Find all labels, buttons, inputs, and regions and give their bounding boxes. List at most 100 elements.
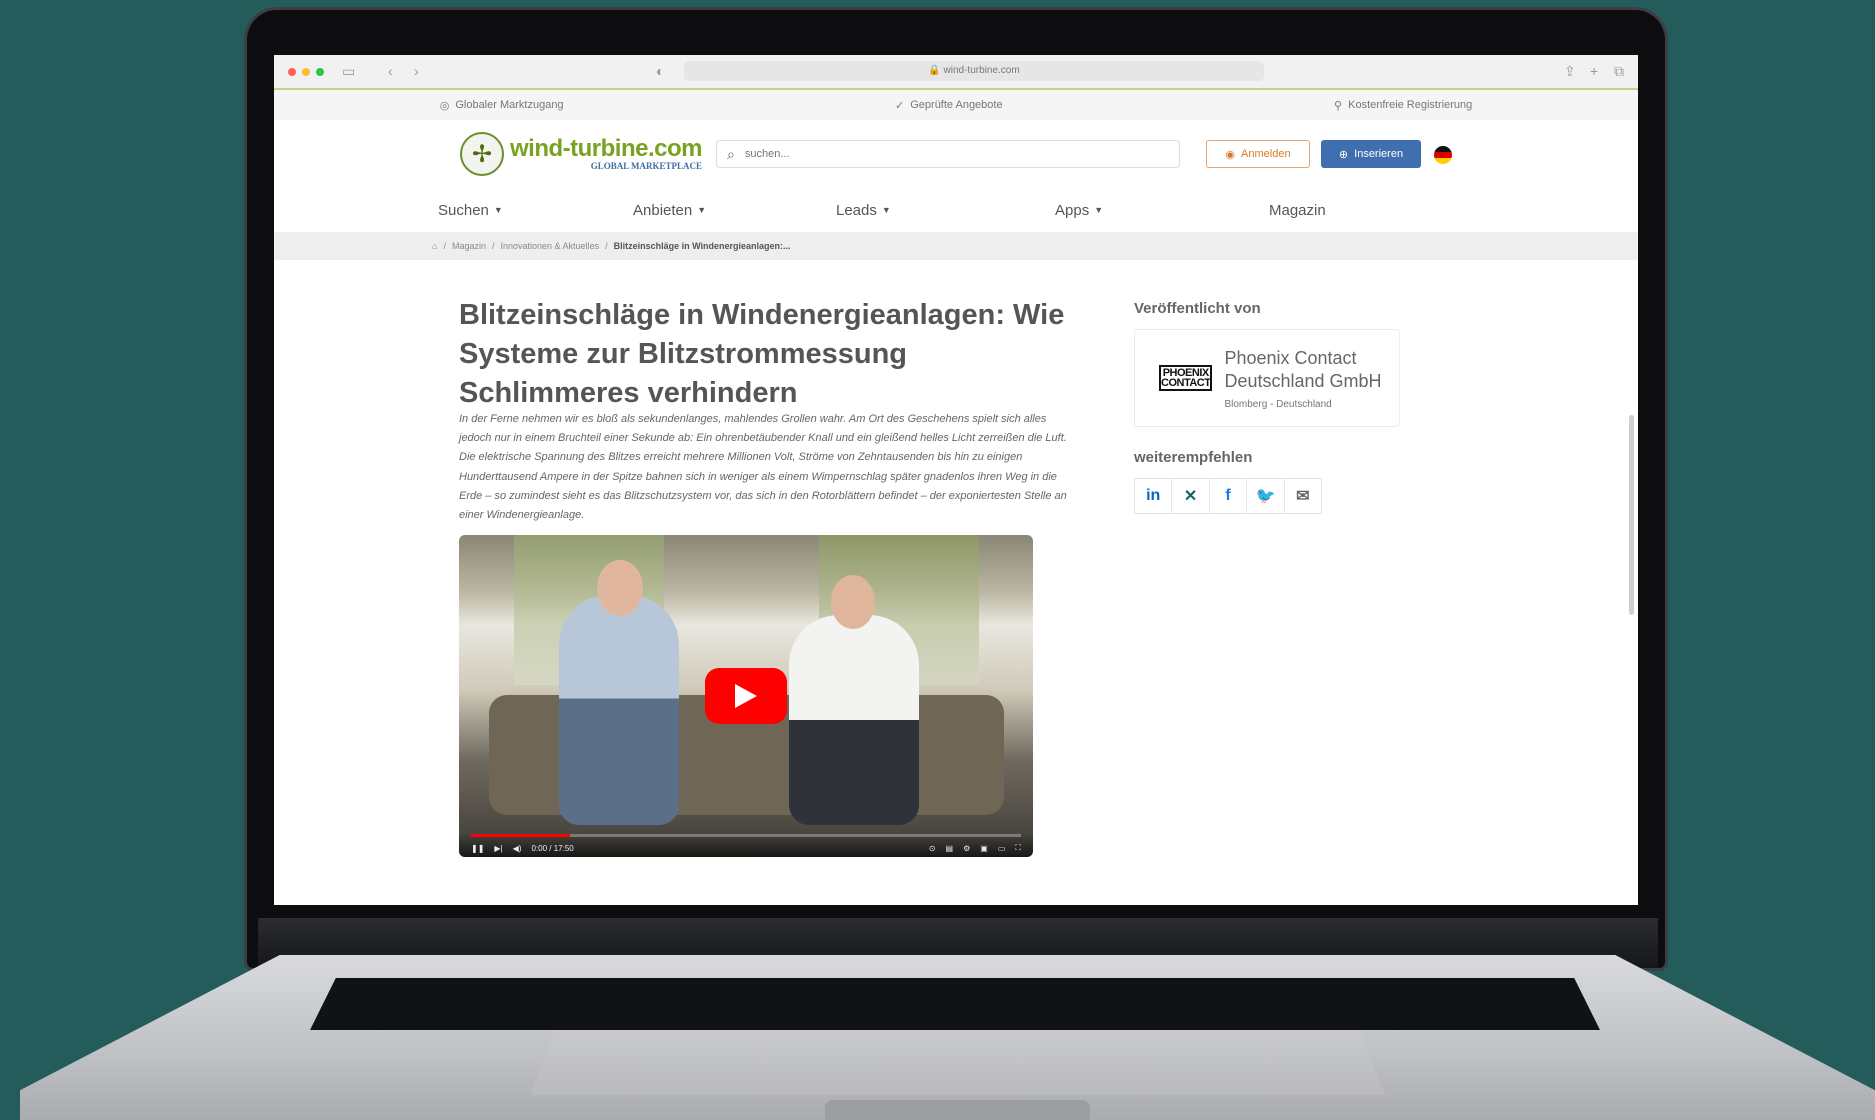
- caret-down-icon: ▼: [493, 205, 503, 215]
- publisher-location: Blomberg - Deutschland: [1224, 398, 1332, 410]
- settings-gear-icon[interactable]: ⚙: [963, 844, 970, 853]
- verified-icon: ✓: [895, 99, 905, 112]
- lock-icon: 🔒: [928, 65, 941, 76]
- video-progress-track[interactable]: [471, 834, 1021, 837]
- login-button[interactable]: ◉ Anmelden: [1206, 140, 1310, 168]
- published-heading: Veröffentlicht von: [1134, 300, 1261, 317]
- privacy-shield-icon[interactable]: ◐: [656, 63, 664, 79]
- page-scrollbar[interactable]: [1629, 415, 1634, 615]
- video-person-right: [789, 615, 919, 825]
- browser-toolbar: ▭ ‹ › ◐ 🔒 wind-turbine.com ⇪ + ⧉: [274, 55, 1638, 90]
- topbar-item-register[interactable]: ⚲ Kostenfreie Registrierung: [1334, 99, 1472, 112]
- publisher-info: Phoenix Contact Deutschland GmbH Blomber…: [1224, 347, 1387, 410]
- german-flag-icon[interactable]: [1434, 146, 1452, 164]
- share-icon[interactable]: ⇪: [1564, 63, 1576, 80]
- caret-down-icon: ▼: [1094, 205, 1104, 215]
- linkedin-share-icon[interactable]: in: [1135, 479, 1173, 513]
- fullscreen-icon[interactable]: ⛶: [1015, 843, 1021, 853]
- play-icon: [735, 684, 757, 708]
- window-controls[interactable]: [288, 68, 324, 76]
- nav-label-apps: Apps: [1055, 201, 1090, 219]
- search-icon: ⌕: [727, 145, 735, 162]
- insert-button[interactable]: ⊕ Inserieren: [1321, 140, 1421, 168]
- laptop-screen: ▭ ‹ › ◐ 🔒 wind-turbine.com ⇪ + ⧉ ◎ Globa…: [274, 55, 1638, 905]
- breadcrumb-item-category[interactable]: Innovationen & Aktuelles: [501, 241, 600, 251]
- nav-label-magazin: Magazin: [1269, 201, 1326, 219]
- breadcrumb-separator: /: [605, 241, 608, 251]
- back-arrow-icon[interactable]: ‹: [388, 63, 393, 79]
- nav-item-magazin[interactable]: Magazin: [1269, 202, 1326, 219]
- logo-text-block: wind-turbine.com GLOBAL MARKETPLACE: [510, 135, 703, 172]
- xing-share-icon[interactable]: ✕: [1172, 479, 1210, 513]
- subtitles-icon[interactable]: ▤: [946, 844, 954, 853]
- topbar-item-global: ◎ Globaler Marktzugang: [440, 99, 564, 112]
- search-input[interactable]: [742, 147, 1147, 161]
- youtube-play-button[interactable]: [705, 668, 787, 724]
- breadcrumb-separator: /: [491, 241, 495, 251]
- article-title: Blitzeinschläge in Windenergieanlagen: W…: [459, 299, 1065, 409]
- laptop-keyboard: [310, 978, 1600, 1030]
- home-icon[interactable]: ⌂: [432, 241, 437, 251]
- publisher-logo: PHOENIX CONTACT: [1159, 365, 1213, 391]
- miniplayer-icon[interactable]: ▣: [980, 844, 988, 853]
- video-person-left-head: [597, 560, 643, 616]
- logo-subtext: GLOBAL MARKETPLACE: [590, 161, 702, 171]
- pause-icon[interactable]: ❚❚: [471, 844, 484, 853]
- breadcrumb-item-magazin[interactable]: Magazin: [452, 241, 486, 251]
- nav-item-apps[interactable]: Apps ▼: [1055, 202, 1269, 219]
- nav-label-leads: Leads: [836, 201, 877, 219]
- user-circle-icon: ◉: [1225, 148, 1236, 161]
- next-icon[interactable]: ▶|: [494, 844, 502, 853]
- maximize-window-button[interactable]: [316, 68, 324, 76]
- topbar-label-verified: Geprüfte Angebote: [910, 99, 1003, 111]
- video-player[interactable]: ❚❚ ▶| ◀) 0:00 / 17:50 ⊙ ▤ ⚙ ▣ ▭ ⛶: [459, 535, 1033, 857]
- video-person-right-head: [831, 575, 875, 629]
- email-share-icon[interactable]: ✉: [1285, 479, 1321, 513]
- publisher-card[interactable]: PHOENIX CONTACT Phoenix Contact Deutschl…: [1134, 329, 1400, 427]
- video-person-left: [559, 595, 679, 825]
- sidebar-toggle-icon[interactable]: ▭: [342, 63, 355, 80]
- breadcrumb-separator: /: [443, 241, 446, 251]
- sidebar: Veröffentlicht von PHOENIX CONTACT Phoen…: [1134, 300, 1404, 514]
- site-header: ✢ wind-turbine.com GLOBAL MARKETPLACE ⌕ …: [274, 120, 1638, 188]
- breadcrumb-current: Blitzeinschläge in Windenergieanlagen:..…: [613, 241, 791, 251]
- laptop-front-notch: [825, 1100, 1090, 1120]
- plus-circle-icon: ⊕: [1338, 148, 1349, 161]
- nav-item-suchen[interactable]: Suchen ▼: [438, 202, 633, 219]
- video-controls-right: ⊙ ▤ ⚙ ▣ ▭ ⛶: [929, 843, 1021, 853]
- laptop-trackpad: [530, 1030, 1385, 1095]
- article-lead: In der Ferne nehmen wir es bloß als seku…: [459, 413, 1067, 522]
- user-icon: ⚲: [1334, 99, 1343, 112]
- search-field[interactable]: ⌕: [716, 140, 1180, 168]
- theater-mode-icon[interactable]: ▭: [998, 844, 1006, 853]
- minimize-window-button[interactable]: [302, 68, 310, 76]
- main-nav: Suchen ▼ Anbieten ▼ Leads ▼ Apps ▼ Magaz…: [274, 188, 1638, 232]
- topbar-item-verified: ✓ Geprüfte Angebote: [895, 99, 1003, 112]
- site-logo[interactable]: ✢ wind-turbine.com GLOBAL MARKETPLACE: [460, 132, 703, 176]
- url-text: wind-turbine.com: [943, 65, 1020, 76]
- forward-arrow-icon[interactable]: ›: [414, 63, 419, 79]
- video-time: 0:00 / 17:50: [531, 844, 574, 853]
- login-label: Anmelden: [1241, 148, 1291, 160]
- tabs-overview-icon[interactable]: ⧉: [1614, 63, 1624, 80]
- twitter-share-icon[interactable]: 🐦: [1247, 479, 1285, 513]
- caret-down-icon: ▼: [697, 205, 707, 215]
- publisher-name[interactable]: Phoenix Contact Deutschland GmbH: [1224, 347, 1387, 393]
- wind-turbine-logo-icon: ✢: [460, 132, 504, 176]
- share-heading: weiterempfehlen: [1134, 449, 1253, 466]
- video-controls: ❚❚ ▶| ◀) 0:00 / 17:50 ⊙ ▤ ⚙ ▣ ▭ ⛶: [459, 833, 1033, 857]
- top-info-bar: ◎ Globaler Marktzugang ✓ Geprüfte Angebo…: [274, 90, 1638, 120]
- page-content: Blitzeinschläge in Windenergieanlagen: W…: [274, 260, 1638, 900]
- insert-label: Inserieren: [1354, 148, 1404, 160]
- topbar-label-register[interactable]: Kostenfreie Registrierung: [1348, 99, 1472, 111]
- address-bar[interactable]: 🔒 wind-turbine.com: [684, 61, 1264, 81]
- logo-text: wind-turbine.com: [510, 135, 703, 162]
- share-buttons: in ✕ f 🐦 ✉: [1134, 478, 1322, 514]
- nav-item-leads[interactable]: Leads ▼: [836, 202, 1055, 219]
- autoplay-toggle-icon[interactable]: ⊙: [929, 844, 936, 853]
- facebook-share-icon[interactable]: f: [1210, 479, 1248, 513]
- volume-icon[interactable]: ◀): [513, 844, 522, 853]
- close-window-button[interactable]: [288, 68, 296, 76]
- nav-item-anbieten[interactable]: Anbieten ▼: [633, 202, 836, 219]
- new-tab-icon[interactable]: +: [1590, 63, 1598, 79]
